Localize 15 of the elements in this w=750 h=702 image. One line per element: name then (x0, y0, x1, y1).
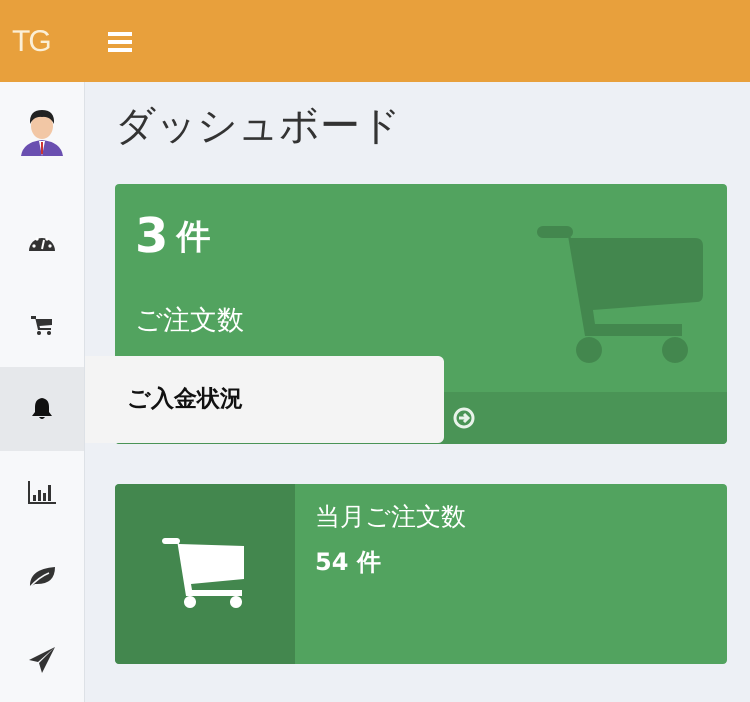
sidebar-item[interactable] (0, 367, 84, 452)
monthly-orders-label: 当月ご注文数 (315, 501, 466, 533)
paper-plane-icon (28, 646, 56, 674)
bar-chart-icon (27, 480, 57, 505)
cart-icon (31, 316, 53, 336)
bell-icon (31, 397, 53, 422)
order-count-unit: 件 (176, 217, 210, 257)
order-count-value: 3 (135, 208, 168, 264)
order-count-label: ご注文数 (135, 304, 244, 338)
menu-icon (108, 30, 134, 53)
monthly-orders-value: 54 件 (315, 546, 382, 578)
arrow-circle-icon[interactable] (453, 407, 475, 429)
page-title: ダッシュボード (115, 102, 402, 150)
flyout-menu-item[interactable]: ご入金状況 (85, 356, 444, 443)
leaf-icon (27, 564, 57, 589)
